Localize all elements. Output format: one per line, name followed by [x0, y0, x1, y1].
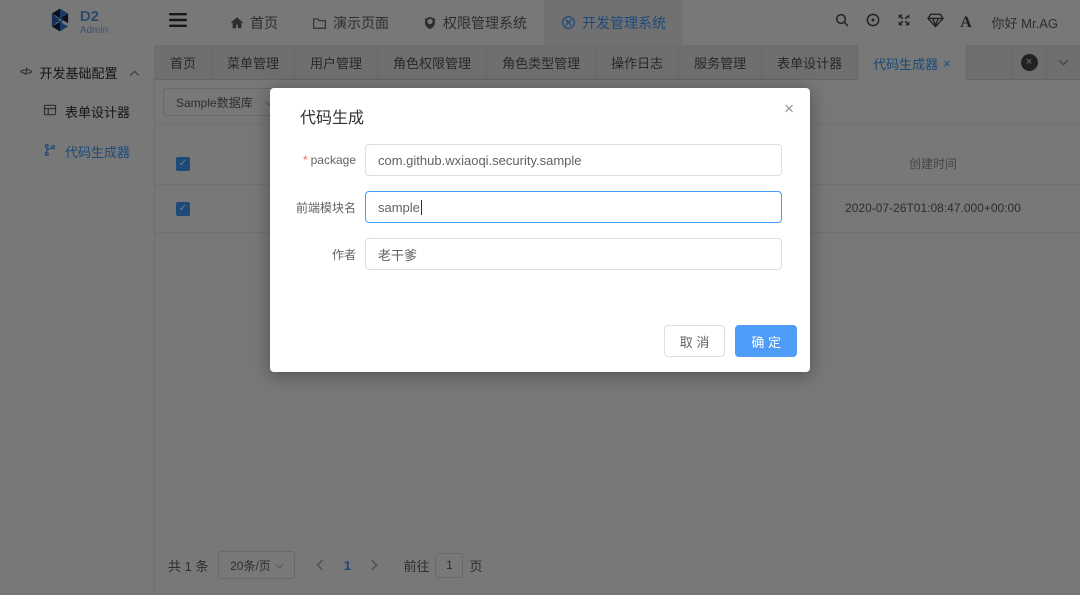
cancel-button[interactable]: 取 消 [663, 325, 726, 357]
dialog-title: 代码生成 [300, 110, 365, 127]
package-label: * package [302, 153, 356, 167]
form-row-author: 作者 老干爹 [290, 238, 782, 270]
package-input-value: com.github.wxiaoqi.security.sample [378, 152, 582, 168]
frontend-module-input-value: sample [378, 199, 420, 215]
author-label: 作者 [331, 247, 356, 262]
author-input[interactable]: 老干爹 [365, 238, 782, 270]
form-row-package: * package com.github.wxiaoqi.security.sam… [290, 144, 782, 176]
dialog-close-icon[interactable]: × [784, 100, 794, 117]
frontend-module-label: 前端模块名 [295, 200, 356, 215]
author-input-value: 老干爹 [378, 247, 418, 263]
dialog-footer: 取 消 确 定 [663, 325, 797, 357]
code-generate-dialog: 代码生成 × * package com.github.wxiaoqi.secur… [270, 88, 810, 372]
app-root: D2 Admin 首页 演示页面 [0, 0, 1080, 595]
dialog-form: * package com.github.wxiaoqi.security.sam… [290, 144, 782, 285]
text-caret [420, 199, 422, 215]
frontend-module-input[interactable]: sample [365, 191, 782, 223]
form-row-frontend-module: 前端模块名 sample [290, 191, 782, 223]
required-mark: * [302, 153, 308, 167]
confirm-button[interactable]: 确 定 [735, 325, 797, 357]
package-input[interactable]: com.github.wxiaoqi.security.sample [365, 144, 782, 176]
